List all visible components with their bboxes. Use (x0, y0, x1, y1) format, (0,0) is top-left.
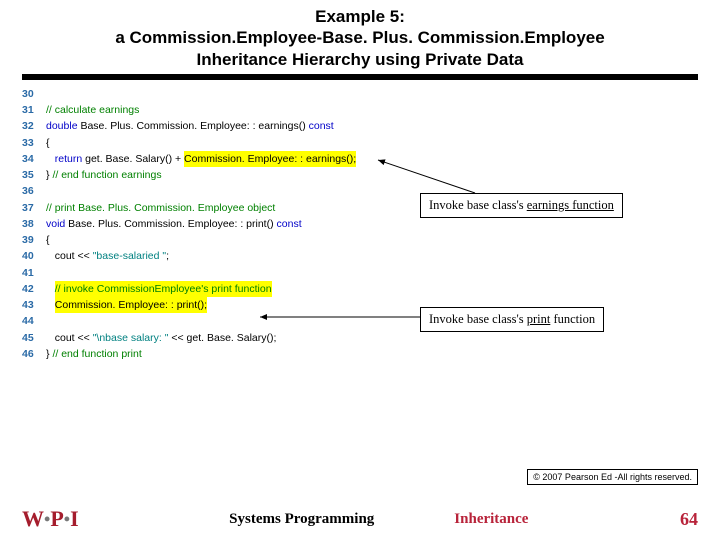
title-underline (22, 74, 698, 80)
footer-label-inheritance: Inheritance (454, 511, 528, 528)
code-line: 39{ (22, 232, 562, 248)
code-line: 38void Base. Plus. Commission. Employee:… (22, 216, 562, 232)
line-number: 38 (22, 216, 46, 232)
line-number: 45 (22, 330, 46, 346)
code-line: 42 // invoke CommissionEmployee's print … (22, 281, 562, 297)
line-number: 39 (22, 232, 46, 248)
footer-label-systems: Systems Programming (229, 511, 374, 528)
code-line: 45 cout << "\nbase salary: " << get. Bas… (22, 330, 562, 346)
title-line-3: Inheritance Hierarchy using Private Data (40, 49, 680, 70)
line-number: 42 (22, 281, 46, 297)
line-number: 30 (22, 86, 46, 102)
line-number: 35 (22, 167, 46, 183)
copyright-box: © 2007 Pearson Ed -All rights reserved. (527, 469, 698, 485)
code-line: 34 return get. Base. Salary() + Commissi… (22, 151, 562, 167)
line-number: 33 (22, 135, 46, 151)
line-number: 34 (22, 151, 46, 167)
code-line: 46} // end function print (22, 346, 562, 362)
footer-center: Systems Programming Inheritance (78, 511, 680, 528)
callout-earnings: Invoke base class's earnings function (420, 193, 623, 218)
line-number: 41 (22, 265, 46, 281)
code-line: 30 (22, 86, 562, 102)
footer: W•P•I Systems Programming Inheritance 64 (0, 506, 720, 532)
title-line-1: Example 5: (40, 6, 680, 27)
line-number: 36 (22, 183, 46, 199)
code-line: 32double Base. Plus. Commission. Employe… (22, 118, 562, 134)
wpi-logo: W•P•I (22, 506, 78, 532)
title-line-2: a Commission.Employee-Base. Plus. Commis… (40, 27, 680, 48)
line-number: 46 (22, 346, 46, 362)
code-line: 40 cout << "base-salaried "; (22, 248, 562, 264)
code-line: 41 (22, 265, 562, 281)
line-number: 40 (22, 248, 46, 264)
line-number: 44 (22, 313, 46, 329)
line-number: 37 (22, 200, 46, 216)
code-line: 31// calculate earnings (22, 102, 562, 118)
page-number: 64 (680, 509, 698, 530)
line-number: 31 (22, 102, 46, 118)
code-line: 35} // end function earnings (22, 167, 562, 183)
line-number: 32 (22, 118, 46, 134)
line-number: 43 (22, 297, 46, 313)
callout-print: Invoke base class's print function (420, 307, 604, 332)
slide-title: Example 5: a Commission.Employee-Base. P… (0, 0, 720, 74)
code-line: 33{ (22, 135, 562, 151)
